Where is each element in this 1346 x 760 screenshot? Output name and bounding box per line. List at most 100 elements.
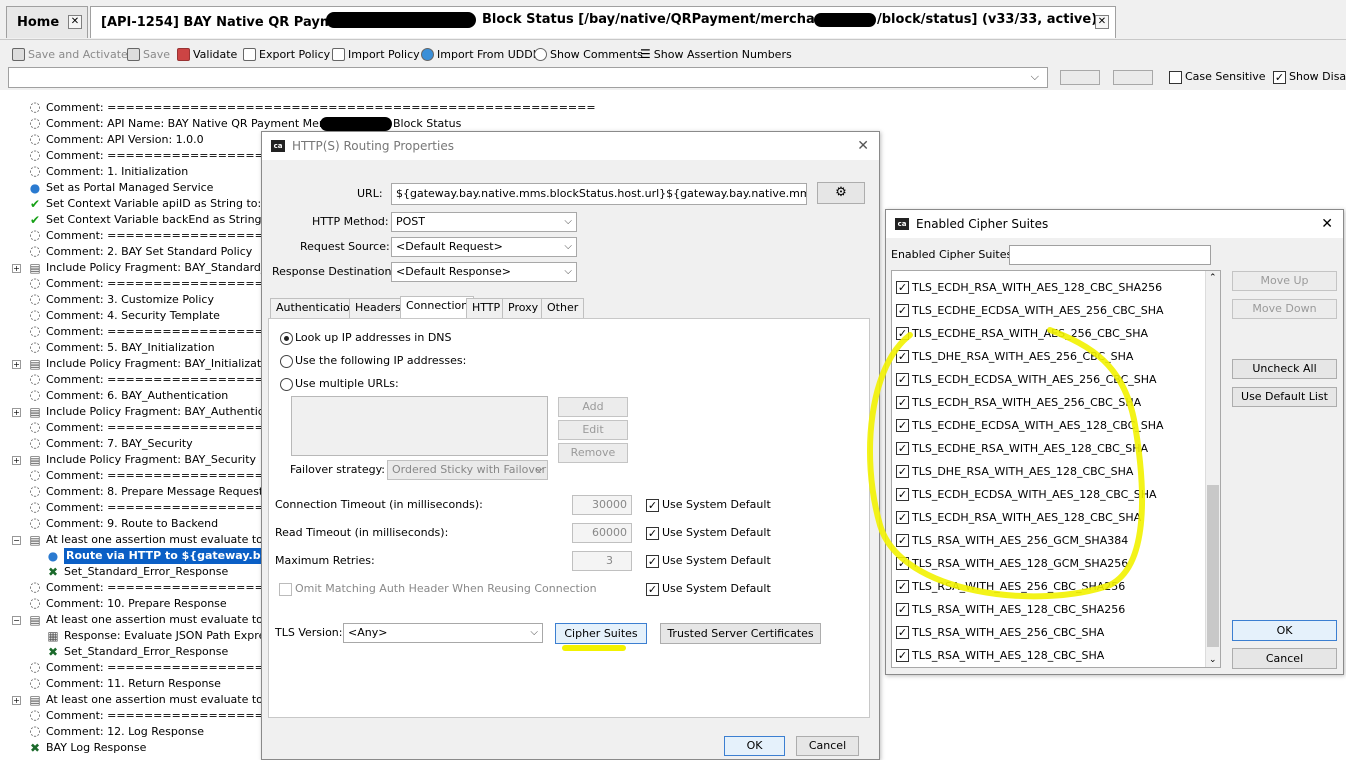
- tree-item[interactable]: ◌ Comment: 11. Return Response: [0, 676, 270, 692]
- tree-item[interactable]: + ▤ Include Policy Fragment: BAY_Authentic…: [0, 404, 292, 420]
- tree-item[interactable]: ◌ Comment: 6. BAY_Authentication: [0, 388, 270, 404]
- tab-connection[interactable]: Connection: [400, 296, 475, 319]
- tree-item[interactable]: ◌ Comment: API Name: BAY Native QR Paymen…: [0, 116, 354, 132]
- tree-item[interactable]: ● Set as Portal Managed Service: [0, 180, 270, 196]
- tree-item[interactable]: ◌ Comment: ==============================…: [0, 580, 402, 596]
- tree-item[interactable]: ✖ Set_Standard_Error_Response: [0, 644, 270, 660]
- tree-item[interactable]: ◌ Comment: 9. Route to Backend: [0, 516, 270, 532]
- cipher-suite-checkbox[interactable]: ✓: [896, 281, 909, 294]
- chevron-down-icon[interactable]: ⌵: [1031, 70, 1039, 84]
- tab-http[interactable]: HTTP: [466, 298, 507, 318]
- tree-item[interactable]: ◌ Comment: 10. Prepare Response: [0, 596, 270, 612]
- close-policy-tab-icon[interactable]: ✕: [1095, 15, 1109, 29]
- show-assertion-numbers-button[interactable]: ☰ Show Assertion Numbers: [640, 46, 792, 62]
- routing-cancel-button[interactable]: Cancel: [796, 736, 859, 756]
- move-down-button[interactable]: Move Down: [1232, 299, 1337, 319]
- tree-item[interactable]: ◌ Comment: 4. Security Template: [0, 308, 270, 324]
- response-destination-select[interactable]: <Default Response> ⌵: [391, 262, 577, 282]
- cipher-cancel-button[interactable]: Cancel: [1232, 648, 1337, 669]
- show-comments-button[interactable]: Show Comments: [534, 46, 643, 62]
- http-method-select[interactable]: POST ⌵: [391, 212, 577, 232]
- collapse-icon[interactable]: −: [12, 616, 21, 625]
- read-timeout-default-checkbox[interactable]: ✓: [646, 527, 659, 540]
- routing-ok-button[interactable]: OK: [724, 736, 785, 756]
- multiple-urls-radio[interactable]: [280, 378, 293, 391]
- failover-strategy-select[interactable]: Ordered Sticky with Failover ⌵: [387, 460, 548, 480]
- dns-lookup-radio[interactable]: [280, 332, 293, 345]
- tree-item[interactable]: + ▤ At least one assertion must evaluate t…: [0, 692, 289, 708]
- expand-icon[interactable]: +: [12, 408, 21, 417]
- validate-button[interactable]: Validate: [177, 46, 237, 62]
- cipher-suite-item[interactable]: ✓ TLS_ECDH_RSA_WITH_AES_128_CBC_SHA256: [894, 278, 1206, 298]
- cipher-suites-button[interactable]: Cipher Suites: [555, 623, 647, 644]
- cipher-suite-item[interactable]: ✓ TLS_RSA_WITH_AES_256_CBC_SHA: [894, 623, 1206, 643]
- tree-item[interactable]: + ▤ Include Policy Fragment: BAY_Standard_…: [0, 260, 292, 276]
- policy-search-input[interactable]: ⌵: [8, 67, 1048, 88]
- read-timeout-input[interactable]: 60000: [572, 523, 632, 543]
- chevron-down-icon[interactable]: ⌄: [1209, 655, 1217, 665]
- show-disabled-checkbox[interactable]: ✓: [1273, 71, 1286, 84]
- url-input[interactable]: ${gateway.bay.native.mms.blockStatus.hos…: [391, 183, 807, 205]
- tree-item[interactable]: ● Route via HTTP to ${gateway.bay.: [0, 548, 280, 564]
- case-sensitive-checkbox[interactable]: [1169, 71, 1182, 84]
- save-and-activate-button[interactable]: Save and Activate: [12, 46, 128, 62]
- tree-item[interactable]: ◌ Comment: 3. Customize Policy: [0, 292, 270, 308]
- url-options-button[interactable]: ⚙: [817, 182, 865, 204]
- omit-auth-default-checkbox[interactable]: ✓: [646, 583, 659, 596]
- tree-item[interactable]: ✔ Set Context Variable apiID as String to…: [0, 196, 286, 212]
- max-retries-spinner[interactable]: 3: [572, 551, 632, 571]
- scrollbar-thumb[interactable]: [1207, 485, 1219, 647]
- tree-item[interactable]: ◌ Comment: 7. BAY_Security: [0, 436, 270, 452]
- tree-item[interactable]: ◌ Comment: ==============================…: [0, 468, 402, 484]
- tree-item[interactable]: ◌ Comment: API Version: 1.0.0: [0, 132, 270, 148]
- tab-headers[interactable]: Headers: [349, 298, 407, 318]
- tree-item[interactable]: + ▤ Include Policy Fragment: BAY_Security: [0, 452, 270, 468]
- tree-item[interactable]: ◌ Comment: 2. BAY Set Standard Policy: [0, 244, 270, 260]
- tree-item[interactable]: ◌ Comment: 8. Prepare Message Request: [0, 484, 270, 500]
- tree-item[interactable]: ◌ Comment: ==============================…: [0, 372, 402, 388]
- tree-item[interactable]: ◌ Comment: ==============================…: [0, 660, 402, 676]
- tree-item[interactable]: ◌ Comment: ==============================…: [0, 148, 402, 164]
- request-source-select[interactable]: <Default Request> ⌵: [391, 237, 577, 257]
- expand-icon[interactable]: +: [12, 696, 21, 705]
- tree-item[interactable]: ◌ Comment: ==============================…: [0, 228, 402, 244]
- use-default-list-button[interactable]: Use Default List: [1232, 387, 1337, 407]
- chevron-up-icon[interactable]: ⌃: [1209, 273, 1217, 283]
- close-icon[interactable]: ✕: [857, 132, 869, 160]
- uncheck-all-button[interactable]: Uncheck All: [1232, 359, 1337, 379]
- cipher-filter-input[interactable]: [1009, 245, 1211, 265]
- specific-ips-radio[interactable]: [280, 355, 293, 368]
- remove-url-button[interactable]: Remove: [558, 443, 628, 463]
- close-home-tab-icon[interactable]: ✕: [68, 15, 82, 29]
- trusted-certificates-button[interactable]: Trusted Server Certificates: [660, 623, 821, 644]
- tree-item[interactable]: ✔ Set Context Variable backEnd as String …: [0, 212, 294, 228]
- add-url-button[interactable]: Add: [558, 397, 628, 417]
- tree-item[interactable]: − ▤ At least one assertion must evaluate t…: [0, 612, 289, 628]
- import-policy-button[interactable]: Import Policy: [332, 46, 420, 62]
- expand-icon[interactable]: +: [12, 456, 21, 465]
- tree-item[interactable]: ✖ Set_Standard_Error_Response: [0, 564, 270, 580]
- cipher-ok-button[interactable]: OK: [1232, 620, 1337, 641]
- tree-item[interactable]: ◌ Comment: 5. BAY_Initialization: [0, 340, 270, 356]
- tree-item[interactable]: ▦ Response: Evaluate JSON Path Expressio: [0, 628, 286, 644]
- search-previous-button[interactable]: [1060, 70, 1100, 85]
- tree-item[interactable]: ◌ Comment: ==============================…: [0, 708, 402, 724]
- tree-item[interactable]: ◌ Comment: ==============================…: [0, 324, 402, 340]
- cipher-suite-item[interactable]: ✓ TLS_RSA_WITH_AES_128_CBC_SHA: [894, 646, 1206, 666]
- cipher-suite-checkbox[interactable]: ✓: [896, 649, 909, 662]
- import-from-uddi-button[interactable]: Import From UDDI: [421, 46, 536, 62]
- expand-icon[interactable]: +: [12, 264, 21, 273]
- tab-proxy[interactable]: Proxy: [502, 298, 545, 318]
- omit-auth-header-checkbox[interactable]: [279, 583, 292, 596]
- tree-item[interactable]: + ▤ Include Policy Fragment: BAY_Initializ…: [0, 356, 278, 372]
- expand-icon[interactable]: +: [12, 360, 21, 369]
- tree-item[interactable]: ◌ Comment: 1. Initialization: [0, 164, 270, 180]
- max-retries-default-checkbox[interactable]: ✓: [646, 555, 659, 568]
- cipher-suite-checkbox[interactable]: ✓: [896, 626, 909, 639]
- move-up-button[interactable]: Move Up: [1232, 271, 1337, 291]
- tree-item[interactable]: ◌ Comment: ==============================…: [0, 420, 402, 436]
- conn-timeout-default-checkbox[interactable]: ✓: [646, 499, 659, 512]
- tree-item[interactable]: ◌ Comment: ==============================…: [0, 276, 402, 292]
- save-button[interactable]: Save: [127, 46, 170, 62]
- collapse-icon[interactable]: −: [12, 536, 21, 545]
